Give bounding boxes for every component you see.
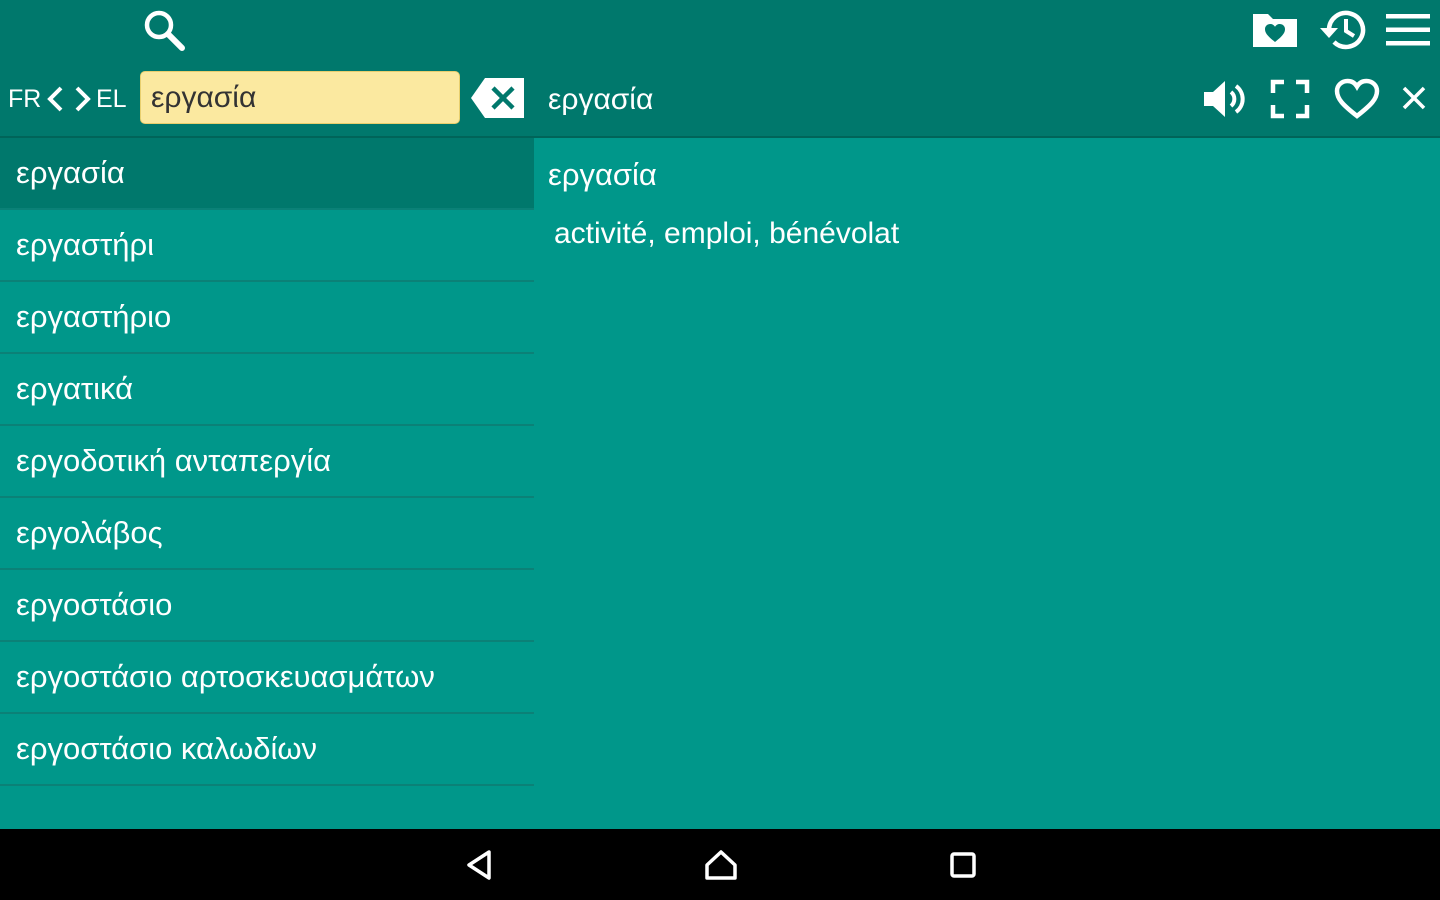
definition-translation: activité, emploi, bénévolat [554,217,900,250]
home-button[interactable] [698,845,744,885]
fullscreen-button[interactable] [1266,76,1314,122]
chevron-left-icon [47,86,63,112]
list-item[interactable]: εργοδοτική ανταπεργία [0,426,534,498]
recents-button[interactable] [940,845,986,885]
menu-button[interactable] [1382,8,1434,52]
search-icon [144,10,185,51]
swap-left-button[interactable] [44,82,66,116]
swap-right-button[interactable] [72,82,94,116]
search-button[interactable] [138,6,190,54]
back-button[interactable] [456,845,502,885]
add-favorite-button[interactable] [1330,74,1384,124]
search-input[interactable] [140,71,460,124]
home-icon [705,850,737,880]
word-list: εργασία εργαστήρι εργαστήριο εργατικά εργοδο… [0,138,534,786]
menu-icon [1386,14,1430,46]
favorites-button[interactable] [1248,6,1302,54]
backspace-clear-icon [471,78,524,118]
top-bar: FR EL εργασία [0,0,1440,138]
back-icon [467,850,491,880]
speaker-icon [1204,81,1245,117]
list-item[interactable]: εργαστήρι [0,210,534,282]
list-item[interactable]: εργατικά [0,354,534,426]
clear-search-button[interactable] [470,76,526,120]
list-item[interactable]: εργοστάσιο καλωδίων [0,714,534,786]
definition-word: εργασία [548,157,657,192]
list-item[interactable]: εργοστάσιο αρτοσκευασμάτων [0,642,534,714]
history-icon [1320,10,1366,50]
detail-header-word: εργασία [548,83,654,116]
pronounce-button[interactable] [1198,74,1252,124]
dictionary-app: FR EL εργασία εργασία εργασία εργαστήρι … [0,0,1440,900]
close-detail-button[interactable] [1396,80,1432,116]
fullscreen-icon [1270,79,1310,119]
close-icon [1402,86,1426,110]
target-language[interactable]: EL [96,82,127,116]
heart-icon [1334,78,1380,119]
list-item[interactable]: εργολάβος [0,498,534,570]
list-item[interactable]: εργαστήριο [0,282,534,354]
recents-icon [950,852,976,878]
list-item[interactable]: εργασία [0,138,534,210]
system-navigation-bar [0,829,1440,900]
favorites-folder-icon [1253,14,1297,47]
chevron-right-icon [75,86,91,112]
list-item[interactable]: εργοστάσιο [0,570,534,642]
source-language[interactable]: FR [8,82,41,116]
history-button[interactable] [1314,6,1370,54]
